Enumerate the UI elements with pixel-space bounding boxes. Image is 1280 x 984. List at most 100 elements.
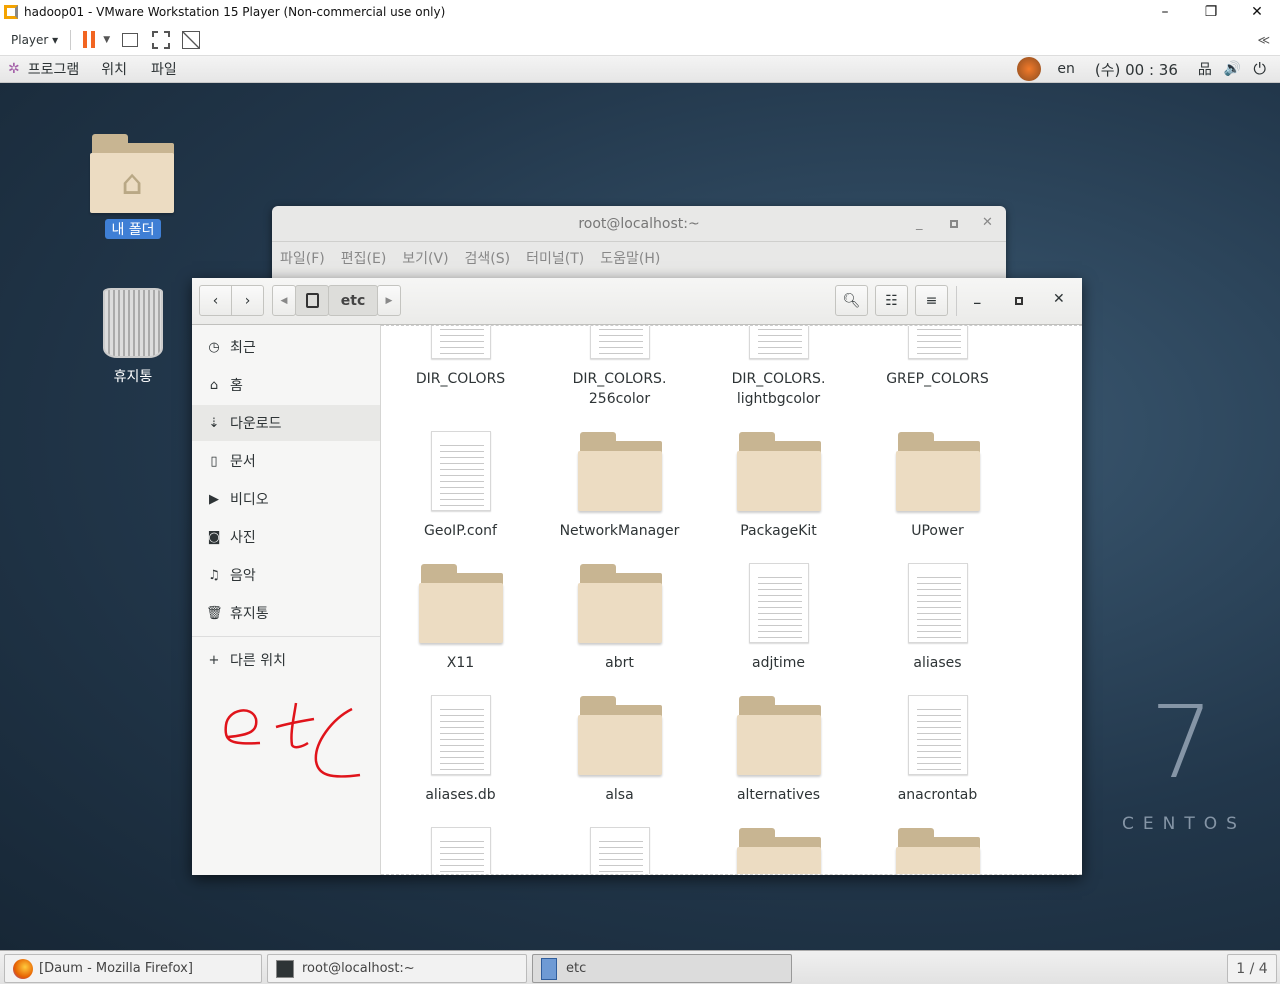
file-name: DIR_COLORS. lightbgcolor [731, 371, 826, 407]
search-button[interactable]: 🔍︎ [835, 285, 868, 316]
home-icon: ⌂ [209, 377, 219, 393]
pause-icon[interactable] [83, 31, 96, 48]
unity-icon[interactable] [182, 30, 201, 49]
sidebar: ◷ 최근 ⌂ 홈 ⇣ 다운로드 ▯ 문서 ▶ 비디오 ◙ 사진 ♫ 음악 🗑 휴지통 + 다른 위치 [192, 325, 381, 875]
network-icon[interactable]: 品 [1198, 59, 1212, 79]
file-item[interactable]: aliases.db [381, 693, 540, 825]
close-button[interactable]: ✕ [1053, 291, 1065, 307]
window-title: hadoop01 - VMware Workstation 15 Player … [24, 5, 446, 19]
power-icon[interactable]: ⏻ [1253, 59, 1266, 79]
file-item[interactable]: abrt [540, 561, 699, 693]
input-method-icon[interactable] [1017, 57, 1042, 81]
file-item[interactable]: DIR_COLORS. 256color [540, 326, 699, 429]
text-file-icon [737, 561, 821, 645]
sidebar-item[interactable]: ▶ 비디오 [192, 481, 380, 517]
drive-icon [305, 293, 319, 308]
file-grid[interactable]: DIR_COLORS DIR_COLORS. 256color DIR_COLORS… [381, 325, 1082, 875]
path-root-button[interactable] [295, 285, 329, 316]
sidebar-item[interactable]: ♫ 음악 [192, 557, 380, 593]
trash-icon [103, 288, 163, 358]
workspace-switcher[interactable]: 1 / 4 [1227, 954, 1277, 983]
folder-icon [418, 561, 503, 645]
folder-icon [895, 825, 980, 874]
terminal-title: root@localhost:~ [272, 206, 1006, 242]
trash-icon: 🗑 [206, 605, 223, 621]
file-name: alsa [605, 787, 634, 803]
terminal-menu-item[interactable]: 터미널(T) [526, 248, 584, 268]
text-file-icon [578, 326, 662, 361]
desktop-home-folder[interactable]: ⌂ 내 폴더 [90, 131, 176, 239]
text-file-icon [419, 693, 503, 777]
terminal-menu-item[interactable]: 파일(F) [280, 248, 325, 268]
home-folder-icon: ⌂ [90, 131, 174, 213]
file-item[interactable]: GeoIP.conf [381, 429, 540, 561]
applications-menu[interactable]: 프로그램 [28, 59, 80, 79]
task-firefox[interactable]: [Daum - Mozilla Firefox] [4, 954, 262, 983]
file-manager-window[interactable]: ‹ › ◀ etc ▶ 🔍︎ ☷ ≡ _ ✕ ◷ 최근 ⌂ 홈 ⇣ 다운로드 ▯ 문서 ▶ 비디오… [192, 278, 1082, 875]
file-item[interactable]: X11 [381, 561, 540, 693]
sidebar-item[interactable]: 🗑 휴지통 [192, 595, 380, 631]
file-item[interactable] [858, 825, 1017, 874]
file-item[interactable]: anacrontab [858, 693, 1017, 825]
sidebar-other-locations[interactable]: + 다른 위치 [192, 642, 380, 678]
terminal-maximize-button[interactable] [950, 220, 958, 228]
file-item[interactable] [381, 825, 540, 874]
fullscreen-icon[interactable] [152, 30, 171, 49]
file-name: PackageKit [740, 523, 817, 539]
file-item[interactable]: GREP_COLORS [858, 326, 1017, 429]
clock[interactable]: (수) 00 : 36 [1095, 59, 1178, 80]
terminal-menu-item[interactable]: 보기(V) [402, 248, 448, 268]
player-menu[interactable]: Player ▾ [11, 33, 58, 47]
path-etc-button[interactable]: etc [328, 285, 378, 316]
path-scroll-right[interactable]: ▶ [377, 285, 401, 316]
collapse-toolbar-button[interactable]: ≪ [1257, 33, 1270, 47]
files-menu[interactable]: 파일 [151, 59, 177, 79]
terminal-menu-item[interactable]: 검색(S) [465, 248, 511, 268]
language-indicator[interactable]: en [1057, 61, 1075, 77]
maximize-button[interactable] [1015, 297, 1023, 305]
file-item[interactable]: NetworkManager [540, 429, 699, 561]
terminal-minimize-button[interactable]: _ [916, 216, 923, 231]
sidebar-item[interactable]: ⇣ 다운로드 [192, 405, 380, 441]
terminal-menu-item[interactable]: 편집(E) [341, 248, 387, 268]
pause-dropdown-icon[interactable]: ▼ [103, 35, 110, 45]
file-cabinet-icon [541, 957, 557, 980]
menu-button[interactable]: ≡ [915, 285, 948, 316]
list-view-icon: ☷ [885, 292, 898, 309]
back-button[interactable]: ‹ [199, 285, 232, 316]
file-name: alternatives [736, 787, 821, 803]
restore-button[interactable]: ❐ [1188, 4, 1234, 20]
file-item[interactable]: PackageKit [699, 429, 858, 561]
task-files[interactable]: etc [532, 954, 792, 983]
task-terminal[interactable]: root@localhost:~ [267, 954, 527, 983]
file-item[interactable]: UPower [858, 429, 1017, 561]
file-item[interactable]: DIR_COLORS [381, 326, 540, 429]
file-name: GREP_COLORS [886, 371, 989, 387]
file-item[interactable] [540, 825, 699, 874]
sidebar-item[interactable]: ▯ 문서 [192, 443, 380, 479]
file-item[interactable]: DIR_COLORS. lightbgcolor [699, 326, 858, 429]
places-menu[interactable]: 위치 [101, 59, 127, 79]
close-button[interactable]: ✕ [1234, 4, 1280, 20]
terminal-window[interactable]: root@localhost:~ _ ✕ 파일(F) 편집(E) 보기(V) 검색(S… [272, 206, 1006, 286]
file-item[interactable]: adjtime [699, 561, 858, 693]
file-name: aliases [913, 655, 962, 671]
file-item[interactable]: aliases [858, 561, 1017, 693]
file-item[interactable] [699, 825, 858, 874]
terminal-close-button[interactable]: ✕ [982, 215, 993, 230]
minimize-button[interactable]: _ [974, 290, 981, 305]
sidebar-item[interactable]: ⌂ 홈 [192, 367, 380, 403]
view-toggle-button[interactable]: ☷ [875, 285, 908, 316]
file-item[interactable]: alternatives [699, 693, 858, 825]
desktop-trash[interactable]: 휴지통 [98, 288, 168, 386]
path-scroll-left[interactable]: ◀ [272, 285, 296, 316]
forward-button[interactable]: › [231, 285, 264, 316]
volume-icon[interactable]: 🔊 [1224, 61, 1241, 77]
file-item[interactable]: alsa [540, 693, 699, 825]
sidebar-item[interactable]: ◙ 사진 [192, 519, 380, 555]
send-ctrl-alt-del-icon[interactable] [122, 32, 139, 47]
text-file-icon [896, 693, 980, 777]
minimize-button[interactable]: – [1142, 4, 1188, 20]
terminal-menu-item[interactable]: 도움말(H) [600, 248, 660, 268]
sidebar-item[interactable]: ◷ 최근 [192, 329, 380, 365]
